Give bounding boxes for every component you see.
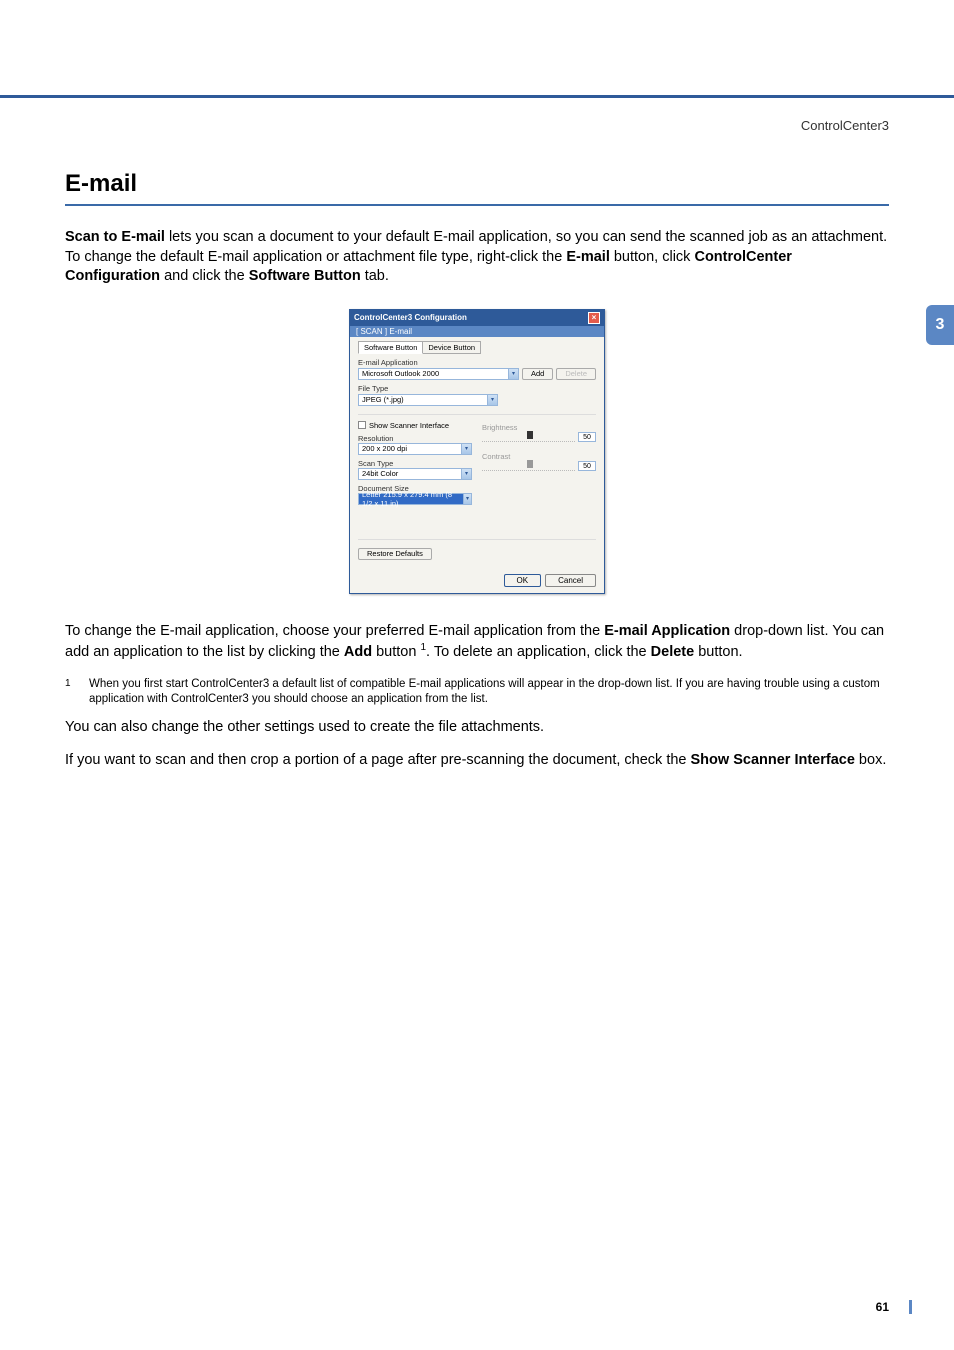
tab-device-button[interactable]: Device Button xyxy=(422,341,481,354)
section-title: E-mail xyxy=(65,170,889,206)
show-scanner-checkbox[interactable] xyxy=(358,421,366,429)
tab-software-button[interactable]: Software Button xyxy=(358,341,423,354)
label-contrast: Contrast xyxy=(482,452,596,461)
restore-defaults-button[interactable]: Restore Defaults xyxy=(358,548,432,560)
footnote-number: 1 xyxy=(65,677,77,708)
add-bold: Add xyxy=(344,644,372,660)
chevron-down-icon: ▾ xyxy=(487,395,497,405)
chevron-down-icon: ▾ xyxy=(461,469,471,479)
page-number: 61 xyxy=(876,1300,889,1314)
paragraph-other-settings: You can also change the other settings u… xyxy=(65,718,889,738)
dialog-title-text: ControlCenter3 Configuration xyxy=(354,313,467,322)
p2-t4: . To delete an application, click the xyxy=(426,644,651,660)
cancel-button[interactable]: Cancel xyxy=(545,574,596,587)
resolution-dropdown[interactable]: 200 x 200 dpi ▾ xyxy=(358,443,472,455)
config-dialog: ControlCenter3 Configuration × [ SCAN ] … xyxy=(349,309,605,594)
document-size-dropdown[interactable]: Letter 215.9 x 279.4 mm (8 1/2 x 11 in) … xyxy=(358,493,472,505)
file-type-value: JPEG (*.jpg) xyxy=(362,395,404,404)
contrast-slider[interactable] xyxy=(482,461,575,471)
tabs: Software Button Device Button xyxy=(358,341,596,354)
p4-t1: If you want to scan and then crop a port… xyxy=(65,752,691,768)
p2-t5: button. xyxy=(694,644,742,660)
add-button[interactable]: Add xyxy=(522,368,553,380)
footnote-1: 1 When you first start ControlCenter3 a … xyxy=(65,677,889,708)
ok-button[interactable]: OK xyxy=(504,574,542,587)
document-size-value: Letter 215.9 x 279.4 mm (8 1/2 x 11 in) xyxy=(362,490,463,508)
label-show-scanner: Show Scanner Interface xyxy=(369,421,449,430)
software-button-bold: Software Button xyxy=(249,268,361,284)
p2-t1: To change the E-mail application, choose… xyxy=(65,623,604,639)
chevron-down-icon: ▾ xyxy=(508,369,518,379)
dialog-subtitle: [ SCAN ] E-mail xyxy=(350,326,604,337)
email-app-value: Microsoft Outlook 2000 xyxy=(362,369,439,378)
delete-button[interactable]: Delete xyxy=(556,368,596,380)
resolution-value: 200 x 200 dpi xyxy=(362,444,407,453)
delete-bold: Delete xyxy=(651,644,695,660)
brightness-slider[interactable] xyxy=(482,432,575,442)
running-head: ControlCenter3 xyxy=(801,118,889,133)
paragraph-crop: If you want to scan and then crop a port… xyxy=(65,751,889,771)
footnote-text: When you first start ControlCenter3 a de… xyxy=(89,677,889,708)
close-icon[interactable]: × xyxy=(588,312,600,324)
label-resolution: Resolution xyxy=(358,434,472,443)
section-title-text: E-mail xyxy=(65,170,137,197)
p1-t4: tab. xyxy=(361,268,389,284)
contrast-value[interactable]: 50 xyxy=(578,461,596,471)
chevron-down-icon: ▾ xyxy=(463,494,471,504)
p4-t2: box. xyxy=(855,752,886,768)
top-band xyxy=(0,0,954,98)
slider-thumb-icon[interactable] xyxy=(527,431,533,439)
paragraph-change-app: To change the E-mail application, choose… xyxy=(65,622,889,663)
chevron-down-icon: ▾ xyxy=(461,444,471,454)
show-scanner-checkbox-row[interactable]: Show Scanner Interface xyxy=(358,421,472,430)
label-scan-type: Scan Type xyxy=(358,459,472,468)
slider-thumb-icon[interactable] xyxy=(527,460,533,468)
intro-paragraph: Scan to E-mail lets you scan a document … xyxy=(65,228,889,287)
p1-t3: and click the xyxy=(160,268,249,284)
p1-t2: button, click xyxy=(610,249,695,265)
label-brightness: Brightness xyxy=(482,423,596,432)
p2-t3: button xyxy=(372,644,420,660)
email-bold: E-mail xyxy=(566,249,610,265)
email-application-bold: E-mail Application xyxy=(604,623,730,639)
page-number-bar xyxy=(909,1300,912,1314)
label-file-type: File Type xyxy=(358,384,596,393)
show-scanner-bold: Show Scanner Interface xyxy=(691,752,855,768)
label-email-app: E-mail Application xyxy=(358,358,596,367)
scan-to-email-bold: Scan to E-mail xyxy=(65,229,165,245)
scan-type-value: 24bit Color xyxy=(362,469,398,478)
dialog-titlebar: ControlCenter3 Configuration × xyxy=(350,310,604,326)
scan-type-dropdown[interactable]: 24bit Color ▾ xyxy=(358,468,472,480)
brightness-value[interactable]: 50 xyxy=(578,432,596,442)
file-type-dropdown[interactable]: JPEG (*.jpg) ▾ xyxy=(358,394,498,406)
email-app-dropdown[interactable]: Microsoft Outlook 2000 ▾ xyxy=(358,368,519,380)
